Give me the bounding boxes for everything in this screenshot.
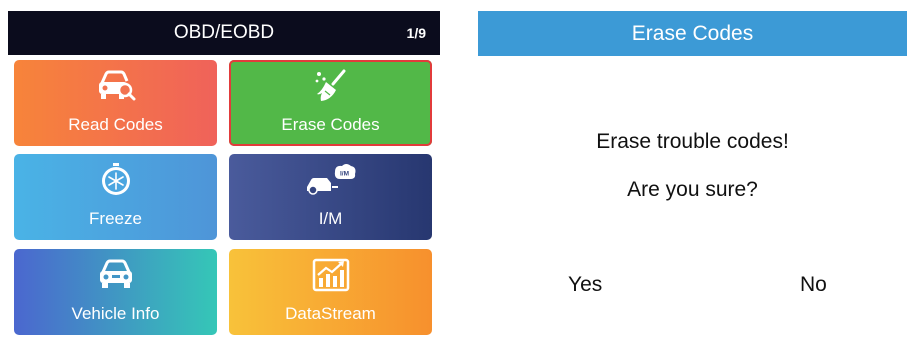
car-search-icon — [98, 70, 135, 101]
vehicle-info-label: Vehicle Info — [71, 304, 160, 323]
im-readiness-icon: I/M — [306, 164, 355, 195]
function-tile-grid: Read Codes Erase Codes Freeze I/M I/M Ve… — [8, 55, 440, 341]
dialog-title: Erase Codes — [631, 22, 754, 45]
im-icon-text: I/M — [339, 171, 348, 178]
chart-trend-icon — [312, 258, 349, 292]
broom-icon — [315, 69, 345, 101]
read-codes-label: Read Codes — [68, 115, 163, 134]
erase-codes-label: Erase Codes — [281, 115, 380, 134]
page-indicator: 1/9 — [406, 25, 426, 41]
menu-title: OBD/EOBD — [173, 22, 275, 43]
dialog-message-line2: Are you sure? — [627, 178, 758, 201]
datastream-label: DataStream — [285, 304, 376, 323]
erase-codes-tile[interactable]: Erase Codes — [229, 60, 432, 146]
no-button[interactable]: No — [800, 273, 827, 297]
car-info-icon — [99, 259, 132, 288]
obd-menu-screen: OBD/EOBD 1/9 Read Codes Erase Codes Free… — [8, 11, 440, 341]
vehicle-info-tile[interactable]: Vehicle Info — [14, 249, 217, 335]
freeze-frame-icon — [101, 163, 130, 195]
freeze-tile[interactable]: Freeze — [14, 154, 217, 240]
im-label: I/M — [318, 209, 343, 228]
dialog-message-line1: Erase trouble codes! — [596, 130, 789, 153]
dialog-header: Erase Codes — [478, 11, 907, 56]
datastream-tile[interactable]: DataStream — [229, 249, 432, 335]
menu-header: OBD/EOBD 1/9 — [8, 11, 440, 55]
yes-button[interactable]: Yes — [568, 273, 602, 297]
freeze-label: Freeze — [89, 209, 142, 228]
erase-confirm-dialog: Erase Codes Erase trouble codes! Are you… — [478, 11, 907, 341]
im-readiness-tile[interactable]: I/M I/M — [229, 154, 432, 240]
read-codes-tile[interactable]: Read Codes — [14, 60, 217, 146]
